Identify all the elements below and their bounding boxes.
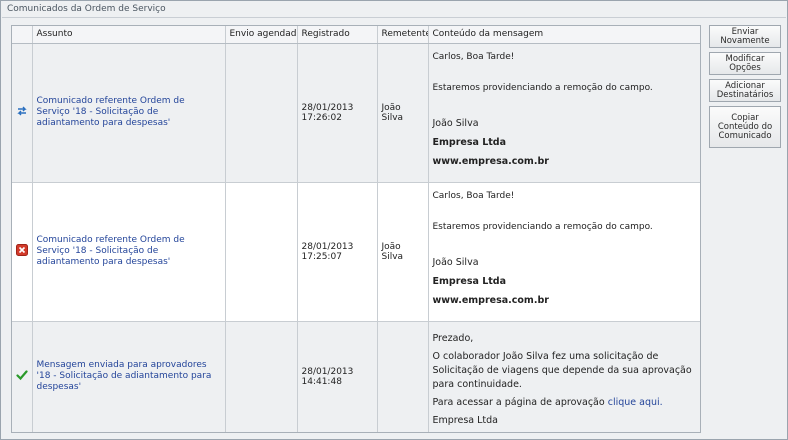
signature-name: João Silva bbox=[432, 256, 479, 268]
error-x-icon bbox=[15, 244, 28, 256]
registered-date: 28/01/2013 bbox=[301, 366, 354, 377]
registered-time: 17:25:07 bbox=[301, 251, 342, 262]
approval-link[interactable]: clique aqui. bbox=[608, 397, 663, 408]
grid-header-row: Assunto Envio agendado Registrado Remete… bbox=[12, 26, 700, 44]
message-body: Estaremos providenciando a remoção do ca… bbox=[432, 221, 653, 232]
registered-cell: 28/01/2013 17:25:07 bbox=[297, 182, 378, 322]
modify-options-button[interactable]: Modificar Opções bbox=[709, 52, 781, 75]
message-greeting: Prezado, bbox=[432, 332, 474, 344]
message-body: O colaborador João Silva fez uma solicit… bbox=[432, 350, 692, 390]
scheduled-cell bbox=[225, 321, 298, 432]
table-row[interactable]: Mensagem enviada para aprovadores '18 - … bbox=[12, 321, 700, 432]
signature-site: www.empresa.com.br bbox=[432, 294, 549, 306]
status-cell bbox=[12, 182, 33, 322]
message-cell: Carlos, Boa Tarde! Estaremos providencia… bbox=[428, 43, 700, 183]
signature-company: Empresa Ltda bbox=[432, 136, 507, 148]
sender-cell: João Silva bbox=[377, 182, 429, 322]
communications-grid: Assunto Envio agendado Registrado Remete… bbox=[11, 25, 701, 433]
message-link-line: Para acessar a página de aprovação cliqu… bbox=[433, 396, 698, 410]
scheduled-cell bbox=[225, 182, 298, 322]
subject-link[interactable]: Comunicado referente Ordem de Serviço '1… bbox=[37, 96, 185, 128]
add-recipients-button[interactable]: Adicionar Destinatários bbox=[709, 79, 781, 102]
signature-name: João Silva bbox=[432, 117, 479, 129]
header-status bbox=[12, 26, 33, 44]
status-cell bbox=[12, 43, 33, 183]
subject-cell[interactable]: Comunicado referente Ordem de Serviço '1… bbox=[32, 43, 226, 183]
subject-link[interactable]: Mensagem enviada para aprovadores '18 - … bbox=[37, 360, 212, 392]
registered-cell: 28/01/2013 14:41:48 bbox=[297, 321, 378, 432]
registered-cell: 28/01/2013 17:26:02 bbox=[297, 43, 378, 183]
pending-arrows-icon bbox=[17, 106, 27, 116]
subject-cell[interactable]: Comunicado referente Ordem de Serviço '1… bbox=[32, 182, 226, 322]
registered-date: 28/01/2013 bbox=[301, 241, 354, 252]
status-cell bbox=[12, 321, 33, 432]
signature-company: Empresa Ltda bbox=[432, 414, 499, 426]
signature-site: www.empresa.com.br bbox=[432, 155, 549, 167]
copy-content-button[interactable]: Copiar Conteúdo do Comunicado bbox=[709, 106, 781, 148]
header-registered[interactable]: Registrado bbox=[297, 26, 378, 44]
panel-title: Comunicados da Ordem de Serviço bbox=[7, 4, 166, 14]
sender-cell: João Silva bbox=[377, 43, 429, 183]
message-greeting: Carlos, Boa Tarde! bbox=[432, 190, 515, 201]
resend-button[interactable]: Enviar Novamente bbox=[709, 25, 781, 48]
table-row[interactable]: Comunicado referente Ordem de Serviço '1… bbox=[12, 43, 700, 183]
header-sender[interactable]: Remetente bbox=[377, 26, 429, 44]
sender-cell bbox=[377, 321, 429, 432]
message-cell: Carlos, Boa Tarde! Estaremos providencia… bbox=[428, 182, 700, 322]
scheduled-cell bbox=[225, 43, 298, 183]
title-divider bbox=[2, 17, 786, 18]
table-row[interactable]: Comunicado referente Ordem de Serviço '1… bbox=[12, 182, 700, 322]
registered-time: 17:26:02 bbox=[301, 112, 342, 123]
header-subject[interactable]: Assunto bbox=[32, 26, 226, 44]
signature-company: Empresa Ltda bbox=[432, 275, 507, 287]
subject-link[interactable]: Comunicado referente Ordem de Serviço '1… bbox=[37, 235, 185, 267]
header-scheduled[interactable]: Envio agendado bbox=[225, 26, 298, 44]
message-greeting: Carlos, Boa Tarde! bbox=[432, 51, 515, 62]
registered-date: 28/01/2013 bbox=[301, 102, 354, 113]
action-sidebar: Enviar Novamente Modificar Opções Adicio… bbox=[709, 25, 783, 152]
registered-time: 14:41:48 bbox=[301, 376, 342, 387]
subject-cell[interactable]: Mensagem enviada para aprovadores '18 - … bbox=[32, 321, 226, 432]
communications-panel: Comunicados da Ordem de Serviço Assunto … bbox=[0, 0, 788, 440]
link-prefix: Para acessar a página de aprovação bbox=[432, 396, 605, 408]
message-body: Estaremos providenciando a remoção do ca… bbox=[432, 82, 653, 93]
header-content[interactable]: Conteúdo da mensagem bbox=[428, 26, 700, 44]
message-cell: Prezado, O colaborador João Silva fez um… bbox=[428, 321, 700, 432]
success-check-icon bbox=[16, 370, 28, 381]
